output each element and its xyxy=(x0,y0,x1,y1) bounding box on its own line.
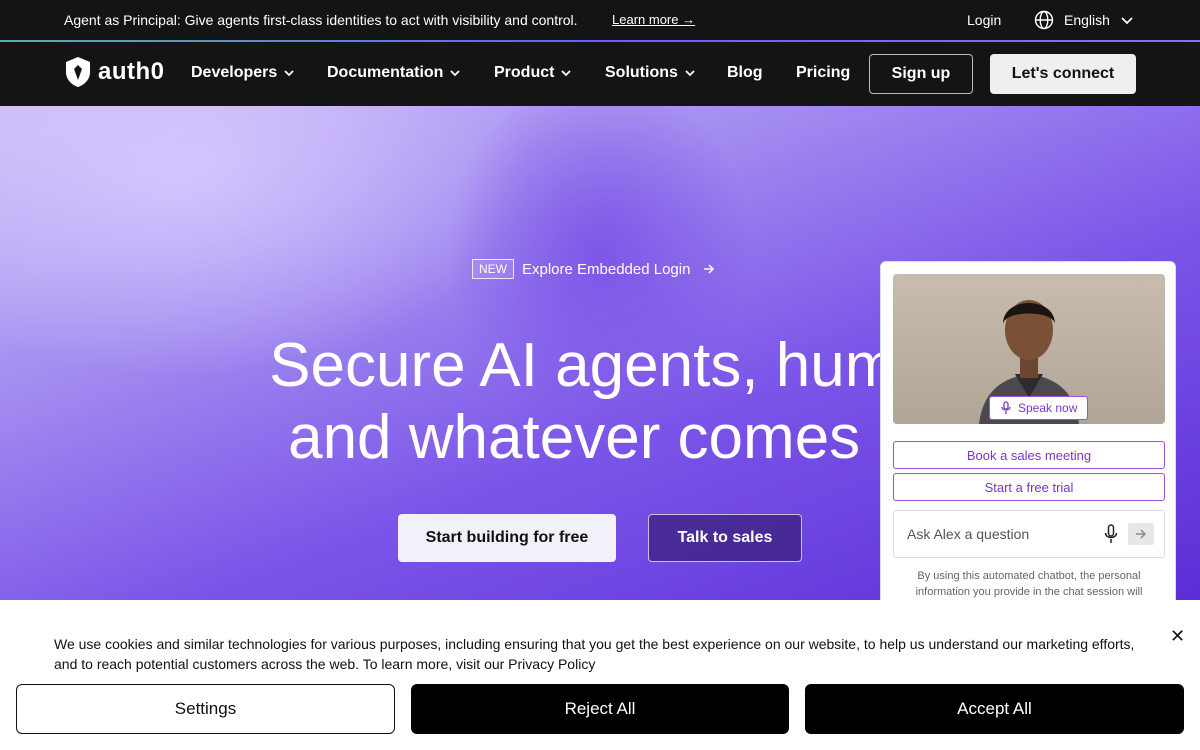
nav-product[interactable]: Product xyxy=(494,64,572,82)
lets-connect-button[interactable]: Let's connect xyxy=(990,54,1136,94)
reject-all-button[interactable]: Reject All xyxy=(411,684,789,734)
chat-question-field[interactable]: Ask Alex a question xyxy=(893,510,1165,558)
chevron-down-icon xyxy=(450,70,461,77)
nav-blog[interactable]: Blog xyxy=(727,64,763,82)
language-label: English xyxy=(1064,12,1110,28)
cookie-banner: We use cookies and similar technologies … xyxy=(0,600,1200,750)
logo-text: auth0 xyxy=(98,58,165,85)
close-icon[interactable]: ✕ xyxy=(1170,626,1185,647)
nav-solutions[interactable]: Solutions xyxy=(605,64,696,82)
chevron-down-icon xyxy=(284,70,294,77)
nav-solutions-label: Solutions xyxy=(605,64,678,81)
nav-pricing[interactable]: Pricing xyxy=(796,64,850,82)
badge-link-text: Explore Embedded Login xyxy=(522,260,691,278)
arrow-right-icon xyxy=(704,264,715,274)
chatbot-disclaimer: By using this automated chatbot, the per… xyxy=(915,570,1143,598)
nav-pricing-label: Pricing xyxy=(796,64,851,81)
chat-widget: Speak now Book a sales meeting Start a f… xyxy=(880,261,1176,601)
nav-documentation-label: Documentation xyxy=(327,64,444,81)
talk-to-sales-button[interactable]: Talk to sales xyxy=(648,514,802,562)
speak-now-label: Speak now xyxy=(1018,401,1078,415)
chevron-down-icon xyxy=(561,70,572,77)
new-badge: NEW xyxy=(472,259,514,279)
logo[interactable]: auth0 xyxy=(64,56,165,88)
chevron-down-icon xyxy=(685,70,695,77)
microphone-icon[interactable] xyxy=(1104,524,1118,544)
announcement-message: Agent as Principal: Give agents first-cl… xyxy=(64,12,578,28)
chevron-down-icon xyxy=(1121,17,1133,25)
globe-icon xyxy=(1034,10,1054,30)
nav-developers-label: Developers xyxy=(191,64,278,81)
send-button[interactable] xyxy=(1128,523,1154,545)
language-selector[interactable]: English xyxy=(1034,10,1134,30)
start-building-button[interactable]: Start building for free xyxy=(398,514,616,562)
cookie-settings-button[interactable]: Settings xyxy=(16,684,395,734)
cookie-message: We use cookies and similar technologies … xyxy=(54,636,1135,672)
signup-button[interactable]: Sign up xyxy=(869,54,973,94)
book-sales-meeting-button[interactable]: Book a sales meeting xyxy=(893,441,1165,469)
arrow-right-icon xyxy=(1136,529,1147,539)
agent-avatar-video: Speak now xyxy=(893,274,1165,424)
start-free-trial-button[interactable]: Start a free trial xyxy=(893,473,1165,501)
nav-documentation[interactable]: Documentation xyxy=(327,64,461,82)
accept-all-button[interactable]: Accept All xyxy=(805,684,1184,734)
announcement-bar: Agent as Principal: Give agents first-cl… xyxy=(0,0,1200,41)
embedded-login-announcement[interactable]: NEW Explore Embedded Login xyxy=(472,259,716,279)
nav-developers[interactable]: Developers xyxy=(191,64,295,82)
chat-input-placeholder: Ask Alex a question xyxy=(907,526,1030,542)
nav-product-label: Product xyxy=(494,64,555,81)
shield-logo-icon xyxy=(66,57,90,87)
speak-now-button[interactable]: Speak now xyxy=(989,396,1089,420)
login-link[interactable]: Login xyxy=(967,12,1001,28)
learn-more-link[interactable]: Learn more → xyxy=(612,12,695,27)
main-nav: auth0 Developers Documentation Product S… xyxy=(0,42,1200,106)
nav-blog-label: Blog xyxy=(727,64,763,81)
microphone-icon xyxy=(1001,401,1011,414)
